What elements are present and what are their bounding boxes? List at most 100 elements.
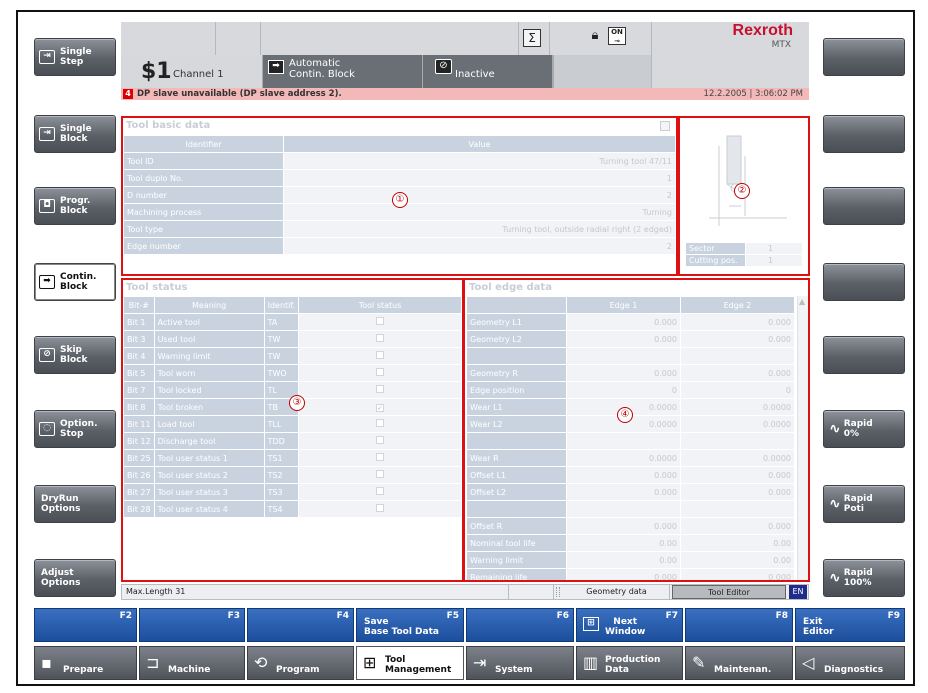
edge-2-value[interactable]: 0.0000 — [680, 449, 795, 467]
edge-2-value[interactable]: 0.00 — [680, 551, 795, 569]
status-row[interactable]: Bit 11 Load tool TLL — [123, 415, 462, 433]
alarm-line[interactable]: 4 DP slave unavailable (DP slave address… — [121, 88, 809, 100]
edge-row[interactable] — [466, 347, 795, 365]
status-checkbox[interactable] — [376, 317, 385, 325]
status-checkbox[interactable] — [376, 351, 385, 359]
edge-1-value[interactable]: 0.000 — [566, 483, 681, 501]
area-key-7[interactable]: ◁ Diagnostics — [795, 646, 905, 680]
status-row[interactable]: Bit 27 Tool user status 3 TS3 — [123, 483, 462, 501]
edge-row[interactable]: Nominal tool life 0.00 0.00 — [466, 534, 795, 552]
side-button-2[interactable]: ◘ Progr. Block — [34, 187, 116, 225]
status-row[interactable]: Bit 25 Tool user status 1 TS1 — [123, 449, 462, 467]
status-checkbox[interactable] — [376, 470, 385, 478]
area-key-6[interactable]: ✎ Maintenan. — [685, 646, 793, 680]
edge-row[interactable]: Remaining life 0.000 0.000 — [466, 568, 795, 580]
edge-row[interactable]: Edge position 0 0 — [466, 381, 795, 399]
edge-2-value[interactable]: 0.0000 — [680, 415, 795, 433]
edge-2-value[interactable] — [680, 500, 795, 518]
edge-row[interactable]: Wear R 0.0000 0.0000 — [466, 449, 795, 467]
edge-2-value[interactable]: 0.000 — [680, 568, 795, 580]
edge-1-value[interactable]: 0.00 — [566, 534, 681, 552]
softkey-f7[interactable]: F7 ⊞ Next Window — [576, 608, 683, 642]
side-button-3[interactable]: ➡ Contin. Block — [34, 263, 116, 301]
edge-2-value[interactable]: 0.0000 — [680, 398, 795, 416]
edge-scrollbar[interactable]: ▲ — [797, 296, 809, 580]
edge-2-value[interactable]: 0.000 — [680, 517, 795, 535]
edge-1-value[interactable] — [566, 432, 681, 450]
side-button-6[interactable]: DryRun Options — [34, 485, 116, 523]
lock-icon[interactable]: 🔒︎ — [587, 27, 603, 45]
edge-row[interactable]: Offset R 0.000 0.000 — [466, 517, 795, 535]
status-checkbox[interactable] — [376, 504, 385, 512]
basic-row[interactable]: Tool ID Turning tool 47/11 — [123, 152, 676, 170]
side-button-7[interactable]: Adjust Options — [34, 559, 116, 597]
status-checkbox[interactable]: ✓ — [376, 403, 385, 412]
status-row[interactable]: Bit 3 Used tool TW — [123, 330, 462, 348]
area-key-1[interactable]: ⊐ Machine — [139, 646, 245, 680]
edge-row[interactable]: Offset L1 0.000 0.000 — [466, 466, 795, 484]
edge-2-value[interactable]: 0.000 — [680, 313, 795, 331]
edge-row[interactable]: Offset L2 0.000 0.000 — [466, 483, 795, 501]
side-button-0[interactable]: ⇥ Single Step — [34, 38, 116, 76]
edge-1-value[interactable]: 0.000 — [566, 330, 681, 348]
status-row[interactable]: Bit 12 Discharge tool TDD — [123, 432, 462, 450]
edge-2-value[interactable] — [680, 432, 795, 450]
edge-1-value[interactable]: 0 — [566, 381, 681, 399]
side-button-4[interactable]: ⊘ Skip Block — [34, 336, 116, 374]
basic-row-value[interactable]: 1 — [283, 169, 676, 187]
area-key-0[interactable]: ▪ Prepare — [34, 646, 137, 680]
on-badge[interactable]: ON ⊸ — [608, 27, 626, 45]
status-checkbox[interactable] — [376, 453, 385, 461]
channel-cell[interactable]: $1 Channel 1 — [121, 55, 263, 88]
scroll-up-icon[interactable]: ▲ — [799, 297, 805, 306]
area-key-3[interactable]: ⊞ Tool Management — [356, 646, 464, 680]
edge-2-value[interactable]: 0.000 — [680, 364, 795, 382]
basic-row-value[interactable]: Turning tool, outside radial right (2 ed… — [283, 220, 676, 238]
basic-row-value[interactable]: 2 — [283, 237, 676, 255]
sigma-icon[interactable]: Σ — [523, 29, 541, 47]
edge-row[interactable] — [466, 432, 795, 450]
edge-1-value[interactable]: 0.000 — [566, 568, 681, 580]
edge-row[interactable]: Geometry L2 0.000 0.000 — [466, 330, 795, 348]
softkey-f4[interactable]: F4 — [247, 608, 354, 642]
edge-1-value[interactable]: 0.000 — [566, 466, 681, 484]
basic-row[interactable]: Edge number 2 — [123, 237, 676, 255]
area-key-4[interactable]: ⇥ System — [466, 646, 574, 680]
right-softkey-1[interactable] — [823, 115, 905, 153]
softkey-f3[interactable]: F3 — [139, 608, 245, 642]
softkey-f6[interactable]: F6 — [466, 608, 574, 642]
basic-row-value[interactable]: Turning — [283, 203, 676, 221]
right-softkey-3[interactable] — [823, 263, 905, 301]
status-checkbox[interactable] — [376, 487, 385, 495]
status-row[interactable]: Bit 5 Tool worn TWO — [123, 364, 462, 382]
edge-row[interactable]: Geometry L1 0.000 0.000 — [466, 313, 795, 331]
edge-1-value[interactable]: 0.000 — [566, 517, 681, 535]
status-checkbox[interactable] — [376, 436, 385, 444]
edge-1-value[interactable]: 0.000 — [566, 313, 681, 331]
basic-row-value[interactable]: Turning tool 47/11 — [283, 152, 676, 170]
edge-2-value[interactable]: 0.000 — [680, 466, 795, 484]
edge-row[interactable] — [466, 500, 795, 518]
edge-1-value[interactable]: 0.00 — [566, 551, 681, 569]
area-key-5[interactable]: ▥ Production Data — [576, 646, 683, 680]
status-checkbox[interactable] — [376, 368, 385, 376]
edge-row[interactable]: Warning limit 0.00 0.00 — [466, 551, 795, 569]
status-row[interactable]: Bit 26 Tool user status 2 TS2 — [123, 466, 462, 484]
status-row[interactable]: Bit 28 Tool user status 4 TS4 — [123, 500, 462, 518]
status-checkbox[interactable] — [376, 385, 385, 393]
basic-row[interactable]: Tool duplo No. 1 — [123, 169, 676, 187]
softkey-f2[interactable]: F2 — [34, 608, 137, 642]
status-row[interactable]: Bit 1 Active tool TA — [123, 313, 462, 331]
edge-2-value[interactable]: 0.000 — [680, 483, 795, 501]
edge-2-value[interactable]: 0.00 — [680, 534, 795, 552]
panel-toggle-icon[interactable] — [660, 121, 670, 131]
edge-1-value[interactable]: 0.0000 — [566, 449, 681, 467]
softkey-f8[interactable]: F8 — [685, 608, 793, 642]
softkey-f9[interactable]: F9 Exit Editor — [795, 608, 905, 642]
status-row[interactable]: Bit 4 Warning limit TW — [123, 347, 462, 365]
edge-1-value[interactable]: 0.000 — [566, 364, 681, 382]
basic-row[interactable]: Tool type Turning tool, outside radial ri… — [123, 220, 676, 238]
right-softkey-5[interactable]: ∿ Rapid 0% — [823, 410, 905, 448]
edge-2-value[interactable] — [680, 347, 795, 365]
edge-2-value[interactable]: 0 — [680, 381, 795, 399]
